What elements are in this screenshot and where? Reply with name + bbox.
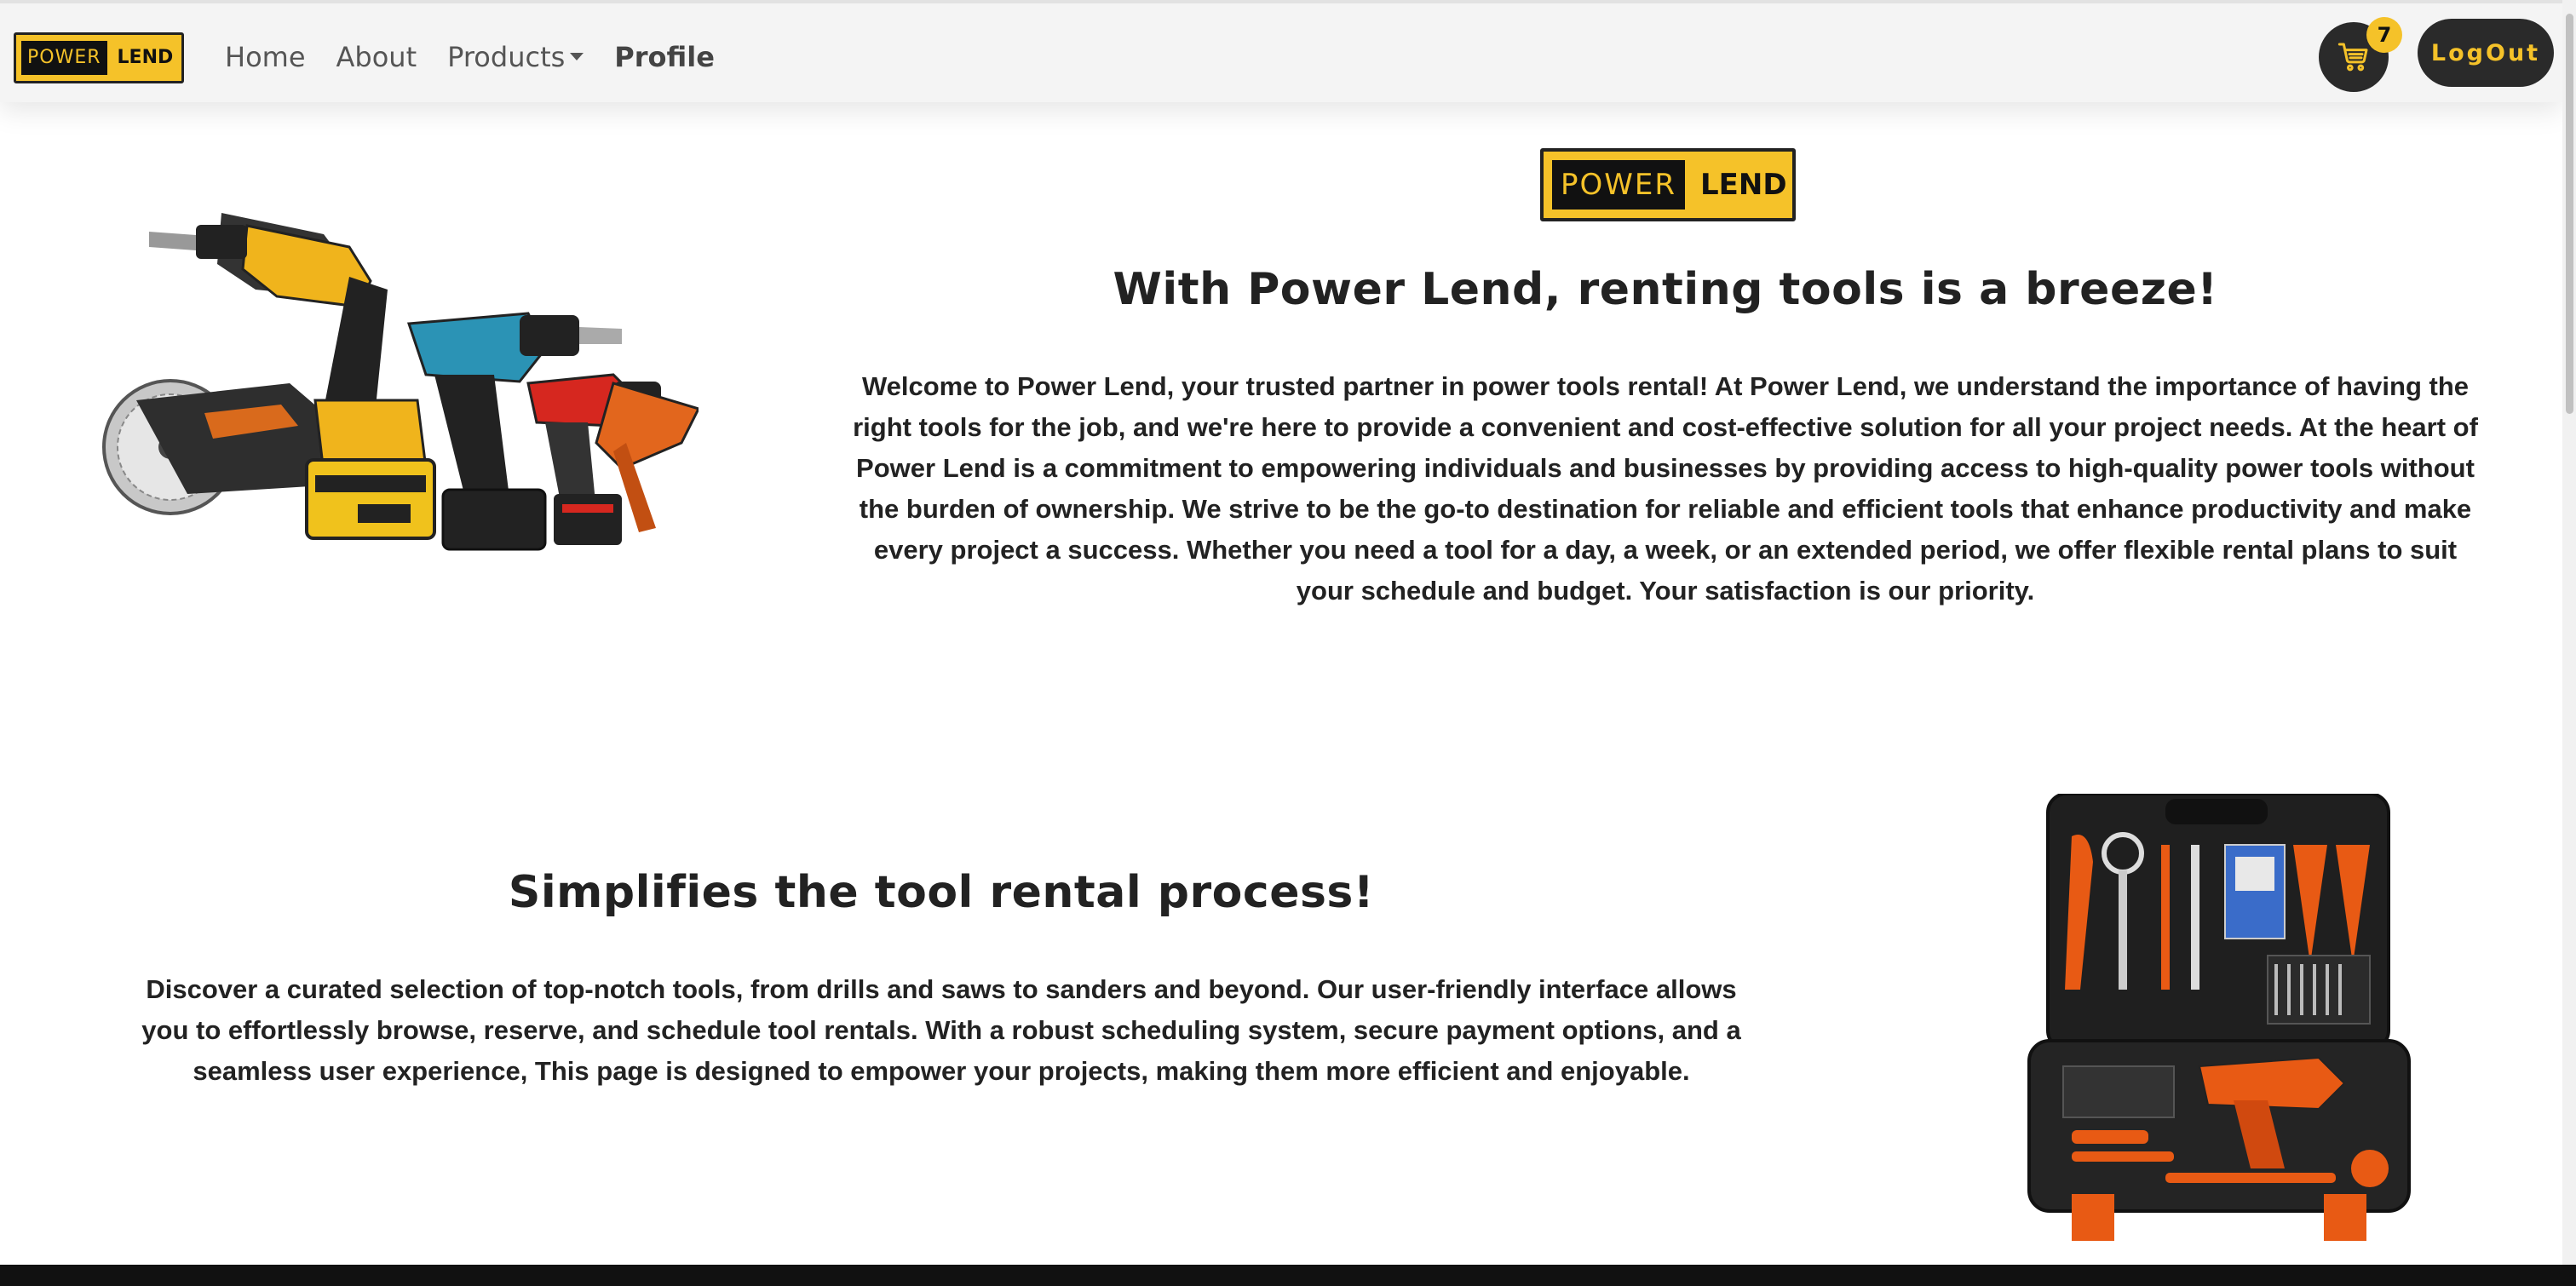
- hero-power-tools-image: [102, 213, 699, 551]
- footer-edge: [0, 1265, 2576, 1286]
- brand-logo-word-lend: LEND: [117, 47, 174, 68]
- brand-logo[interactable]: POWER LEND: [14, 32, 184, 83]
- hero-intro-paragraph: Welcome to Power Lend, your trusted part…: [853, 371, 2478, 606]
- hero-logo-word-power: POWER: [1552, 160, 1685, 210]
- hero-power-lend-logo: POWER LEND: [1540, 148, 1796, 221]
- nav-home-link[interactable]: Home: [225, 37, 306, 77]
- nav-links: Home About Products Profile: [225, 37, 745, 77]
- tool-kit-case-image: [2027, 794, 2411, 1241]
- features-paragraph: Discover a curated selection of top-notc…: [141, 974, 1741, 1086]
- top-navbar: POWER LEND Home About Products Profile: [0, 0, 2562, 102]
- shopping-cart-icon: [2337, 43, 2368, 72]
- brand-logo-word-power: POWER: [21, 41, 107, 75]
- features-heading: Simplifies the tool rental process!: [508, 867, 1375, 918]
- nav-profile-link[interactable]: Profile: [614, 37, 715, 77]
- logout-button[interactable]: LogOut: [2418, 19, 2554, 87]
- nav-about-link[interactable]: About: [336, 37, 417, 77]
- hero-heading: With Power Lend, renting tools is a bree…: [1113, 264, 2218, 315]
- nav-products-dropdown[interactable]: Products: [447, 37, 584, 77]
- hero-logo-word-lend: LEND: [1700, 168, 1787, 202]
- nav-products-label: Products: [447, 41, 566, 73]
- chevron-down-icon: [570, 52, 584, 60]
- cart-count-badge: 7: [2366, 17, 2402, 53]
- page-scrollbar-thumb[interactable]: [2566, 14, 2573, 414]
